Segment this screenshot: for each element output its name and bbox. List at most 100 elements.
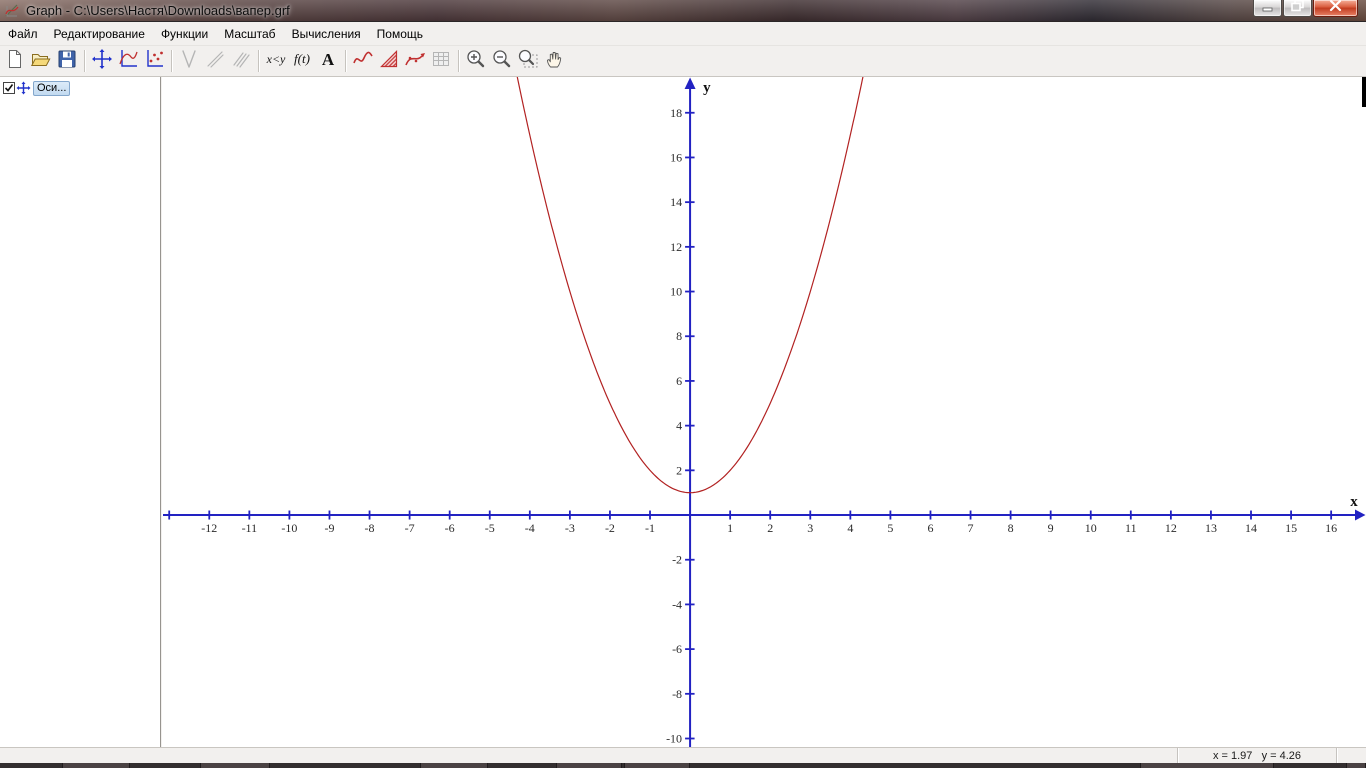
svg-text:10: 10 xyxy=(1085,521,1097,535)
toolbar-separator xyxy=(258,50,259,72)
statusbar-spacer xyxy=(0,748,1177,763)
svg-text:8: 8 xyxy=(676,329,682,343)
svg-text:-12: -12 xyxy=(201,521,217,535)
insert-shading-button[interactable] xyxy=(376,48,402,74)
y-axis: -10 -8 -6 -4 -2 2 4 6 8 10 12 14 16 18 y xyxy=(666,77,711,747)
insert-tangent-button xyxy=(176,48,202,74)
menu-item-edit[interactable]: Редактирование xyxy=(46,24,153,44)
zoom-window-icon xyxy=(516,47,540,76)
toolbar-separator xyxy=(171,50,172,72)
axes-visibility-checkbox[interactable] xyxy=(3,82,15,94)
insert-normal-button xyxy=(202,48,228,74)
svg-text:1: 1 xyxy=(727,521,733,535)
zoom-out-button[interactable] xyxy=(489,48,515,74)
axes-crosshair-icon xyxy=(16,81,32,95)
svg-text:-3: -3 xyxy=(565,521,575,535)
svg-text:-9: -9 xyxy=(324,521,334,535)
svg-text:4: 4 xyxy=(676,419,682,433)
axes-settings-button[interactable] xyxy=(89,48,115,74)
svg-text:-6: -6 xyxy=(445,521,455,535)
new-file-button[interactable] xyxy=(2,48,28,74)
statusbar: x = 1.97 y = 4.26 xyxy=(0,747,1366,763)
svg-text:y: y xyxy=(703,80,711,96)
insert-relation-button[interactable]: x<y xyxy=(263,48,289,74)
save-file-button[interactable] xyxy=(54,48,80,74)
svg-text:14: 14 xyxy=(670,195,682,209)
zoom-window-button[interactable] xyxy=(515,48,541,74)
titlebar: Graph - C:\Users\Настя\Downloads\вапер.g… xyxy=(0,0,1366,22)
svg-text:4: 4 xyxy=(847,521,853,535)
right-edge-artifact xyxy=(1362,77,1366,107)
svg-text:-5: -5 xyxy=(485,521,495,535)
svg-text:5: 5 xyxy=(887,521,893,535)
svg-text:-4: -4 xyxy=(672,597,682,611)
toolbar: x<y f(t) A xyxy=(0,46,1366,77)
svg-text:-6: -6 xyxy=(672,642,682,656)
menu-item-calculate[interactable]: Вычисления xyxy=(284,24,369,44)
svg-text:8: 8 xyxy=(1008,521,1014,535)
svg-text:-10: -10 xyxy=(281,521,297,535)
restore-button[interactable] xyxy=(1283,0,1312,17)
insert-point-series-button[interactable] xyxy=(402,48,428,74)
restore-icon xyxy=(1289,0,1306,17)
close-button[interactable] xyxy=(1313,0,1358,17)
svg-text:6: 6 xyxy=(927,521,933,535)
toolbar-separator xyxy=(458,50,459,72)
insert-normal-icon xyxy=(203,47,227,76)
graph-application-window: Graph - C:\Users\Настя\Downloads\вапер.g… xyxy=(0,0,1366,768)
zoom-out-icon xyxy=(490,47,514,76)
taskbar-button-sliver xyxy=(1140,763,1274,768)
statusbar-right-cell xyxy=(1336,748,1366,763)
show-table-icon xyxy=(429,47,453,76)
svg-text:16: 16 xyxy=(670,150,682,164)
insert-label-icon: A xyxy=(316,47,340,76)
svg-text:-8: -8 xyxy=(365,521,375,535)
insert-hatching-icon xyxy=(229,47,253,76)
insert-function-button[interactable]: f(t) xyxy=(289,48,315,74)
function-list-item-axes[interactable]: Оси... xyxy=(3,80,160,96)
svg-text:x: x xyxy=(1350,494,1358,510)
menu-item-help[interactable]: Помощь xyxy=(369,24,431,44)
insert-point-series-icon xyxy=(403,47,427,76)
svg-text:A: A xyxy=(322,50,335,69)
insert-relation-icon: x<y xyxy=(263,47,289,76)
taskbar-sliver[interactable] xyxy=(0,763,1366,768)
window-controls xyxy=(1252,0,1358,17)
svg-text:2: 2 xyxy=(767,521,773,535)
insert-tangent-icon xyxy=(177,47,201,76)
graph-options-button[interactable] xyxy=(115,48,141,74)
menu-item-zoom[interactable]: Масштаб xyxy=(216,24,283,44)
svg-text:-10: -10 xyxy=(666,732,682,746)
point-plot-button[interactable] xyxy=(141,48,167,74)
pan-button[interactable] xyxy=(541,48,567,74)
minimize-icon xyxy=(1259,0,1276,17)
zoom-in-icon xyxy=(464,47,488,76)
svg-text:10: 10 xyxy=(670,285,682,299)
insert-label-button[interactable]: A xyxy=(315,48,341,74)
x-axis: -12 -11 -10 -9 -8 -7 -6 -5 -4 -3 -2 -1 1 2 3 4 5 6 7 8 9 10 11… xyxy=(163,494,1366,535)
svg-text:f(t): f(t) xyxy=(294,51,310,66)
svg-text:-11: -11 xyxy=(242,521,258,535)
svg-text:-7: -7 xyxy=(405,521,415,535)
svg-text:14: 14 xyxy=(1245,521,1257,535)
insert-shading-icon xyxy=(377,47,401,76)
insert-trendline-button[interactable] xyxy=(350,48,376,74)
menu-item-file[interactable]: Файл xyxy=(0,24,46,44)
axes-item-label: Оси... xyxy=(33,80,71,96)
minimize-button[interactable] xyxy=(1253,0,1282,17)
menu-item-functions[interactable]: Функции xyxy=(153,24,216,44)
menubar: Файл Редактирование Функции Масштаб Вычислен… xyxy=(0,22,1366,46)
plot-area[interactable]: -12 -11 -10 -9 -8 -7 -6 -5 -4 -3 -2 -1 1 2 3 4 5 6 7 8 9 10 11… xyxy=(162,77,1366,747)
open-file-button[interactable] xyxy=(28,48,54,74)
point-plot-icon xyxy=(142,47,166,76)
svg-text:2: 2 xyxy=(676,463,682,477)
zoom-in-button[interactable] xyxy=(463,48,489,74)
taskbar-button-sliver xyxy=(1346,763,1366,768)
window-title: Graph - C:\Users\Настя\Downloads\вапер.g… xyxy=(26,3,290,18)
svg-text:15: 15 xyxy=(1285,521,1297,535)
show-table-button xyxy=(428,48,454,74)
svg-text:7: 7 xyxy=(968,521,974,535)
close-icon xyxy=(1327,0,1344,17)
svg-text:16: 16 xyxy=(1325,521,1337,535)
toolbar-separator xyxy=(345,50,346,72)
